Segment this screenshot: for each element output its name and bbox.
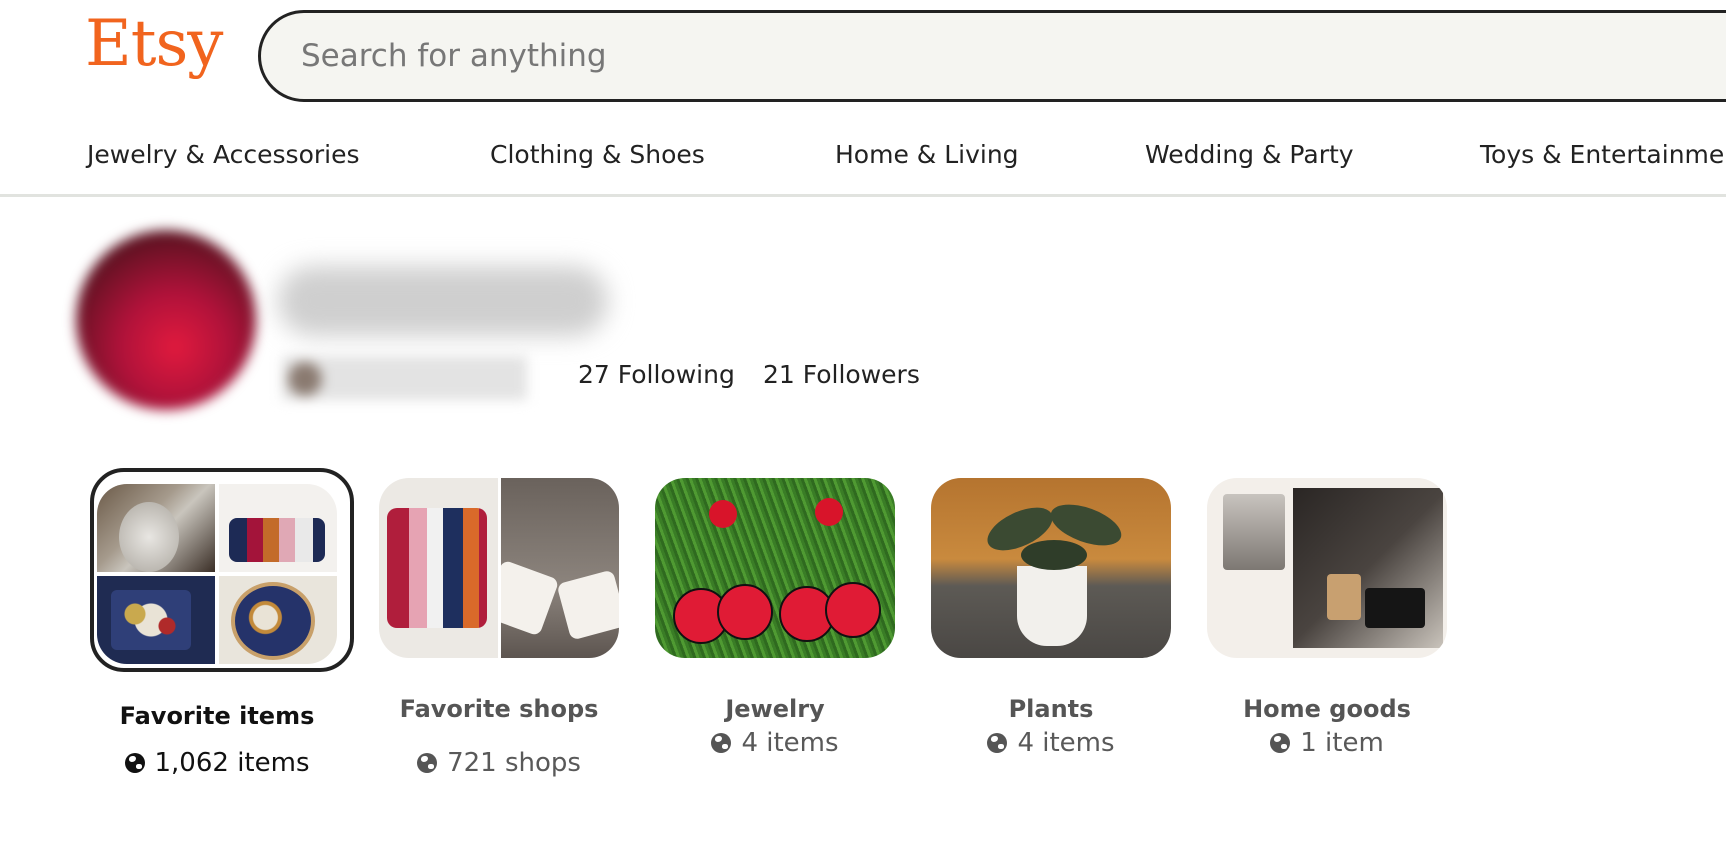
collection-count: 721 shops [374,748,624,778]
avatar[interactable] [76,230,256,410]
nav-item-jewelry-accessories[interactable]: Jewelry & Accessories [87,140,360,169]
collection-count: 1,062 items [92,748,342,778]
globe-icon [1270,733,1291,753]
profile-shop-redacted [282,356,527,400]
collection-count: 4 items [650,728,900,758]
collection-count: 4 items [926,728,1176,758]
collection-card-home-goods[interactable]: Home goods 1 item [1202,470,1452,758]
collection-card-plants[interactable]: Plants 4 items [926,470,1176,758]
globe-icon [711,733,732,753]
followers-link[interactable]: 21 Followers [763,360,920,389]
following-link[interactable]: 27 Following [578,360,735,389]
collection-thumbnail[interactable] [655,478,895,658]
collection-title[interactable]: Jewelry [650,695,900,723]
collection-thumbnail[interactable] [1207,478,1447,658]
nav-item-clothing-shoes[interactable]: Clothing & Shoes [490,140,705,169]
search-input[interactable] [299,37,1703,75]
globe-icon [417,753,438,773]
collection-count: 1 item [1202,728,1452,758]
collection-thumbnail[interactable] [97,484,337,664]
globe-icon [987,733,1008,753]
collection-card-favorite-items[interactable]: Favorite items 1,062 items [90,468,354,778]
etsy-logo[interactable]: Etsy [85,12,223,76]
collection-title[interactable]: Favorite items [92,702,342,730]
profile-name-redacted [278,266,608,336]
nav-item-wedding-party[interactable]: Wedding & Party [1145,140,1354,169]
search-bar[interactable] [258,10,1726,102]
collection-title[interactable]: Home goods [1202,695,1452,723]
collection-title[interactable]: Favorite shops [374,695,624,723]
nav-item-toys-entertainment[interactable]: Toys & Entertainment [1480,140,1726,169]
collection-thumbnail[interactable] [931,478,1171,658]
collection-card-jewelry[interactable]: Jewelry 4 items [650,470,900,758]
collection-thumbnail[interactable] [379,478,619,658]
collection-card-favorite-shops[interactable]: Favorite shops 721 shops [374,470,624,778]
shop-avatar [288,362,322,396]
globe-icon [124,753,145,773]
nav-item-home-living[interactable]: Home & Living [835,140,1019,169]
collection-title[interactable]: Plants [926,695,1176,723]
category-nav: Jewelry & Accessories Clothing & Shoes H… [0,124,1726,197]
